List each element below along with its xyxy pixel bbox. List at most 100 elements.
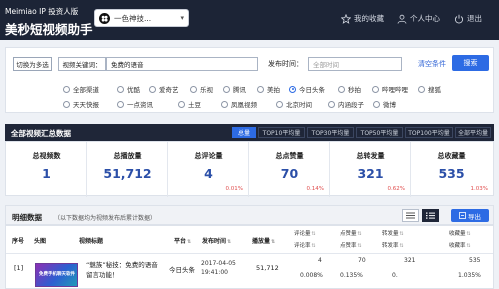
stat-value: 321: [357, 166, 384, 181]
app-selector[interactable]: 一色神技... ▾: [94, 9, 189, 27]
export-icon: [459, 212, 466, 219]
radio-dot: [372, 85, 379, 93]
favorites-link[interactable]: 我的收藏: [341, 13, 384, 24]
platform-radio-all[interactable]: 全部渠道: [63, 84, 99, 94]
stat-percent: 0.14%: [306, 186, 324, 192]
column-header-thumb: 头图: [34, 238, 47, 245]
platform-radio-tudou[interactable]: 土豆: [178, 99, 201, 109]
export-label: 导出: [468, 212, 481, 221]
logout-link[interactable]: 退出: [454, 13, 482, 24]
radio-dot-selected: [289, 85, 296, 93]
radio-dot: [63, 85, 70, 93]
column-header-comment-rate[interactable]: 评论率⇅: [294, 241, 316, 249]
platform-radio-letv[interactable]: 乐视: [190, 84, 213, 94]
column-header-like-rate[interactable]: 点赞率⇅: [340, 241, 362, 249]
tab-top30-avg[interactable]: TOP30平均量: [307, 127, 354, 138]
row-favorite-rate: 1.035%: [458, 272, 481, 279]
platform-radio-sohu[interactable]: 搜狐: [418, 84, 441, 94]
platform-label: 腾讯: [233, 86, 246, 94]
column-header-likes[interactable]: 点赞量⇅: [340, 229, 362, 237]
stat-value: 70: [280, 166, 299, 181]
platform-radio-ifeng[interactable]: 凤凰视频: [221, 99, 257, 109]
platform-radio-tencent[interactable]: 腾讯: [223, 84, 246, 94]
platform-label: 搜狐: [428, 86, 441, 94]
tab-top100-avg[interactable]: TOP100平均量: [405, 127, 453, 138]
column-header-index: 序号: [12, 238, 25, 245]
platform-label: 北京时间: [286, 101, 312, 109]
row-favorites: 535: [469, 257, 481, 264]
platform-radio-kuaibao[interactable]: 天天快报: [63, 99, 99, 109]
stat-value: 1: [42, 166, 51, 181]
publish-time-label: 发布时间：: [268, 60, 303, 68]
platform-radio-yidian[interactable]: 一点资讯: [117, 99, 153, 109]
summary-title: 全部视频汇总数据: [11, 129, 71, 138]
stat-label: 总视频数: [32, 152, 61, 160]
column-header-favorites[interactable]: 收藏量⇅: [449, 229, 471, 237]
tab-all-avg[interactable]: 全部平均量: [455, 127, 491, 138]
video-thumbnail[interactable]: 免费手机聊天软件: [35, 263, 78, 287]
user-center-link[interactable]: 个人中心: [397, 13, 440, 24]
radio-dot: [117, 85, 124, 93]
column-header-shares-label: 转发量: [382, 231, 399, 237]
app-selector-label: 一色神技...: [114, 13, 152, 23]
list-view-button[interactable]: [402, 209, 419, 222]
platform-radio-bilibili[interactable]: 哔哩哔哩: [372, 84, 408, 94]
column-header-publish-time-label: 发布时间: [202, 238, 227, 245]
row-publish-time: 19:41:00: [201, 269, 228, 276]
power-icon: [454, 14, 464, 24]
keyword-input[interactable]: 免费的语音: [106, 57, 258, 71]
detail-view-button[interactable]: [422, 209, 439, 222]
publish-time-input[interactable]: 全部时间: [308, 57, 402, 71]
platform-radio-miaopai[interactable]: 秒拍: [338, 84, 361, 94]
radio-dot: [338, 85, 345, 93]
tab-top10-avg[interactable]: TOP10平均量: [258, 127, 305, 138]
sort-icon: ⇅: [357, 243, 362, 249]
stat-label: 总点赞量: [275, 152, 304, 160]
user-center-label: 个人中心: [410, 14, 440, 23]
star-icon: [341, 13, 351, 24]
row-share-rate: 0.: [392, 272, 398, 279]
stat-card-favorites: 总收藏量 535 1.03%: [411, 142, 493, 197]
summary-cards: 总视频数 1 总播放量 51,712 总评论量 4 0.01% 总点赞量 70 …: [5, 141, 494, 197]
platform-radio-toutiao[interactable]: 今日头条: [289, 84, 325, 94]
tab-top50-avg[interactable]: TOP50平均量: [356, 127, 403, 138]
sort-icon: ⇅: [466, 243, 471, 249]
platform-radio-weibo[interactable]: 微博: [373, 99, 396, 109]
column-header-favorite-rate-label: 收藏率: [449, 243, 466, 249]
platform-radio-youku[interactable]: 优酷: [117, 84, 140, 94]
platform-radio-neihan[interactable]: 内涵段子: [328, 99, 364, 109]
column-header-share-rate-label: 转发率: [382, 243, 399, 249]
radio-dot: [117, 100, 124, 108]
multi-select-toggle-button[interactable]: 切换为多选: [13, 57, 52, 71]
column-header-favorite-rate[interactable]: 收藏率⇅: [449, 241, 471, 249]
sort-icon: ⇅: [227, 239, 232, 245]
platform-radio-iqiyi[interactable]: 爱奇艺: [149, 84, 179, 94]
platform-label: 微博: [383, 101, 396, 109]
column-header-comments[interactable]: 评论量⇅: [294, 229, 316, 237]
sort-icon: ⇅: [311, 243, 316, 249]
clear-filters-link[interactable]: 清空条件: [418, 59, 446, 69]
row-comments: 4: [318, 257, 322, 264]
platform-radio-btime[interactable]: 北京时间: [276, 99, 312, 109]
column-header-platform[interactable]: 平台⇅: [174, 236, 191, 245]
column-header-publish-time[interactable]: 发布时间⇅: [202, 236, 231, 245]
tab-total[interactable]: 总量: [232, 127, 256, 138]
sort-icon: ⇅: [399, 231, 404, 237]
brand-subtitle: Meimiao IP 投资人版: [5, 7, 79, 16]
export-button[interactable]: 导出: [451, 209, 489, 222]
sort-icon: ⇅: [311, 231, 316, 237]
stat-percent: 1.03%: [470, 186, 488, 192]
video-title-line1[interactable]: “魅族”秘技：免费的语音: [86, 259, 158, 269]
radio-dot: [63, 100, 70, 108]
platform-label: 优酷: [127, 86, 140, 94]
radio-dot: [373, 100, 380, 108]
table-header-divider: [6, 253, 493, 254]
column-header-shares[interactable]: 转发量⇅: [382, 229, 404, 237]
video-title-line2[interactable]: 留言功能！: [86, 269, 119, 279]
search-button[interactable]: 搜索: [452, 55, 489, 71]
platform-radio-meipai[interactable]: 美拍: [257, 84, 280, 94]
column-header-share-rate[interactable]: 转发率⇅: [382, 241, 404, 249]
platform-label: 凤凰视频: [231, 101, 257, 109]
platform-label: 秒拍: [348, 86, 361, 94]
column-header-plays[interactable]: 播放量⇅: [252, 236, 275, 245]
